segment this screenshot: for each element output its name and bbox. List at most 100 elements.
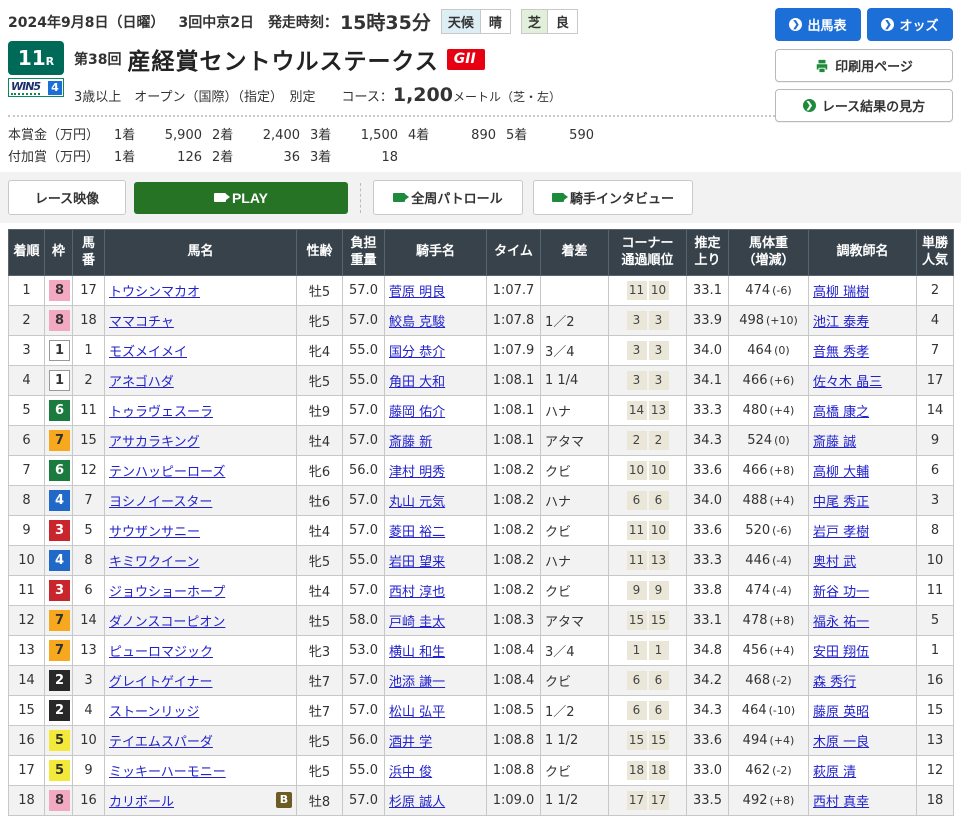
jockey-link[interactable]: 津村 明秀 — [389, 465, 445, 480]
finish-position: 16 — [8, 725, 45, 756]
trainer-link[interactable]: 木原 一良 — [813, 735, 869, 750]
horse-name-link[interactable]: キミワクイーン — [109, 555, 199, 570]
meeting-info: 3回中京2日 — [178, 14, 254, 31]
turf-condition-value: 良 — [546, 10, 577, 33]
race-video-button[interactable]: レース映像 — [8, 180, 126, 215]
jockey-link[interactable]: 岩田 望来 — [389, 555, 445, 570]
trainer-link[interactable]: 藤原 英昭 — [813, 705, 869, 720]
horse-name-link[interactable]: カリボール — [109, 795, 174, 810]
column-header: 負担 重量 — [342, 229, 385, 276]
horse-weight-diff: (-6) — [772, 284, 792, 297]
frame-cell: 5 — [44, 725, 73, 756]
jockey-link[interactable]: 斎藤 新 — [389, 435, 432, 450]
jockey-link[interactable]: 浜中 俊 — [389, 765, 432, 780]
horse-weight-diff: (+6) — [769, 374, 795, 387]
trainer-link[interactable]: 森 秀行 — [813, 675, 856, 690]
trainer-link[interactable]: 佐々木 晶三 — [813, 375, 882, 390]
print-page-button[interactable]: 印刷用ページ — [775, 49, 953, 82]
odds-button[interactable]: ❯ オッズ — [867, 8, 953, 41]
horse-name-cell: ミッキーハーモニー — [104, 755, 297, 786]
jockey-link[interactable]: 国分 恭介 — [389, 345, 445, 360]
jockey-link[interactable]: 横山 和生 — [389, 645, 445, 660]
frame-number-badge: 2 — [49, 700, 70, 721]
horse-name-link[interactable]: ストーンリッジ — [109, 705, 199, 720]
jockey-link[interactable]: 松山 弘平 — [389, 705, 445, 720]
margin: クビ — [540, 515, 609, 546]
estimated-last-3f: 33.3 — [686, 395, 729, 426]
jockey-cell: 横山 和生 — [384, 635, 487, 666]
column-header: 馬 番 — [72, 229, 105, 276]
how-to-read-button[interactable]: ❯ レース結果の見方 — [775, 89, 953, 122]
jockey-link[interactable]: 角田 大和 — [389, 375, 445, 390]
horse-weight-cell: 462 (-2) — [728, 755, 809, 786]
jockey-interview-button[interactable]: 騎手インタビュー — [533, 180, 693, 215]
horse-name-link[interactable]: アサカラキング — [109, 435, 200, 450]
trainer-link[interactable]: 高柳 大輔 — [813, 465, 869, 480]
horse-name-link[interactable]: ヨシノイースター — [109, 495, 212, 510]
horse-weight: 488 — [742, 493, 768, 508]
jockey-link[interactable]: 菅原 明良 — [389, 285, 445, 300]
horse-name-link[interactable]: モズメイメイ — [109, 345, 187, 360]
sex-age: 牡7 — [296, 665, 343, 696]
finish-time: 1:08.8 — [486, 725, 541, 756]
jockey-link[interactable]: 池添 謙一 — [389, 675, 445, 690]
prize-amount: 2,400 — [262, 128, 300, 143]
trainer-link[interactable]: 斎藤 誠 — [813, 435, 856, 450]
trainer-link[interactable]: 中尾 秀正 — [813, 495, 869, 510]
horse-name-link[interactable]: ママコチャ — [109, 315, 174, 330]
carried-weight: 57.0 — [342, 305, 385, 336]
jockey-link[interactable]: 酒井 学 — [389, 735, 432, 750]
horse-name-link[interactable]: トゥラヴェスーラ — [109, 405, 213, 420]
horse-name-link[interactable]: アネゴハダ — [109, 375, 174, 390]
trainer-link[interactable]: 高橋 康之 — [813, 405, 869, 420]
jockey-link[interactable]: 鮫島 克駿 — [389, 315, 445, 330]
horse-name-link[interactable]: ピューロマジック — [109, 645, 213, 660]
trainer-link[interactable]: 萩原 清 — [813, 765, 856, 780]
sex-age: 牝6 — [296, 455, 343, 486]
finish-time: 1:08.2 — [486, 545, 541, 576]
trainer-link[interactable]: 岩戸 孝樹 — [813, 525, 869, 540]
patrol-video-button[interactable]: 全周パトロール — [373, 180, 523, 215]
horse-name-link[interactable]: ミッキーハーモニー — [109, 765, 226, 780]
horse-name-link[interactable]: トウシンマカオ — [109, 285, 200, 300]
trainer-link[interactable]: 音無 秀孝 — [813, 345, 869, 360]
carried-weight: 57.0 — [342, 275, 385, 306]
win5-badge: WIN5 4 — [8, 78, 64, 97]
horse-name-link[interactable]: ジョウショーホープ — [109, 585, 225, 600]
trainer-link[interactable]: 池江 泰寿 — [813, 315, 869, 330]
frame-number-badge: 7 — [49, 430, 70, 451]
jockey-link[interactable]: 藤岡 佑介 — [389, 405, 445, 420]
play-button[interactable]: PLAY — [134, 181, 348, 214]
jockey-link[interactable]: 丸山 元気 — [389, 495, 445, 510]
trainer-link[interactable]: 新谷 功一 — [813, 585, 869, 600]
horse-name-link[interactable]: テンハッピーローズ — [109, 465, 225, 480]
horse-weight: 480 — [742, 403, 768, 418]
jockey-link[interactable]: 杉原 誠人 — [389, 795, 445, 810]
horse-name-link[interactable]: テイエムスパーダ — [109, 735, 213, 750]
trainer-link[interactable]: 福永 祐一 — [813, 615, 869, 630]
horse-weight-cell: 498 (+10) — [728, 305, 809, 336]
entries-button[interactable]: ❯ 出馬表 — [775, 8, 861, 41]
horse-name-link[interactable]: グレイトゲイナー — [109, 675, 212, 690]
blinker-badge: B — [276, 792, 292, 808]
finish-time: 1:07.7 — [486, 275, 541, 306]
horse-name-link[interactable]: ダノンスコーピオン — [109, 615, 225, 630]
jockey-cell: 菅原 明良 — [384, 275, 487, 306]
carried-weight: 57.0 — [342, 515, 385, 546]
horse-name-cell: サウザンサニー — [104, 515, 297, 546]
column-header: 馬名 — [104, 229, 297, 276]
trainer-link[interactable]: 安田 翔伍 — [813, 645, 869, 660]
jockey-link[interactable]: 西村 淳也 — [389, 585, 445, 600]
trainer-link[interactable]: 西村 真幸 — [813, 795, 869, 810]
horse-weight: 494 — [742, 733, 768, 748]
trainer-link[interactable]: 高柳 瑞樹 — [813, 285, 869, 300]
jockey-cell: 戸崎 圭太 — [384, 605, 487, 636]
trainer-link[interactable]: 奥村 武 — [813, 555, 856, 570]
odds-button-label: オッズ — [899, 18, 939, 33]
horse-name-link[interactable]: サウザンサニー — [109, 525, 200, 540]
corner-order-cell: 33 — [608, 365, 687, 396]
jockey-link[interactable]: 戸崎 圭太 — [389, 615, 445, 630]
jockey-link[interactable]: 菱田 裕二 — [389, 525, 445, 540]
weather-label: 天候 — [441, 10, 480, 33]
horse-weight-diff: (-2) — [772, 674, 792, 687]
